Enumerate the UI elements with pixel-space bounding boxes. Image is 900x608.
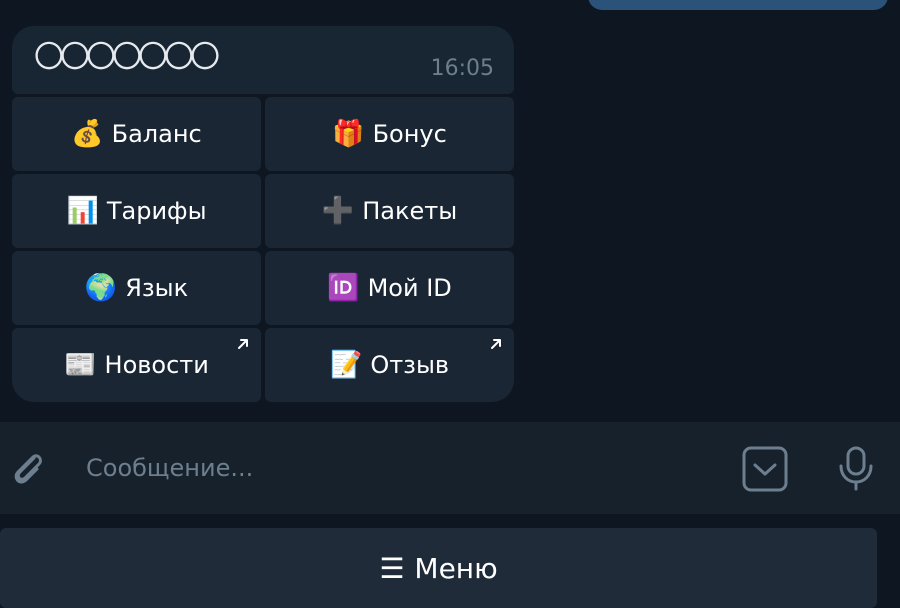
id-icon: 🆔	[327, 273, 360, 303]
menu-label: Меню	[414, 551, 498, 585]
button-label: Мой ID	[367, 274, 452, 302]
button-label: Тарифы	[106, 197, 207, 225]
hamburger-icon: ☰	[379, 551, 405, 585]
microphone-icon[interactable]	[830, 442, 882, 494]
tariffs-button[interactable]: 📊 Тарифы	[12, 174, 261, 248]
memo-icon: 📝	[329, 350, 363, 380]
news-button[interactable]: 📰 Новости	[12, 328, 261, 402]
button-label: Язык	[125, 274, 189, 302]
my-id-button[interactable]: 🆔 Мой ID	[265, 251, 514, 325]
outgoing-message-bubble	[588, 0, 888, 10]
button-label: Новости	[104, 351, 209, 379]
menu-button[interactable]: ☰ Меню	[0, 528, 877, 608]
message-input[interactable]	[84, 450, 704, 486]
button-label: Отзыв	[370, 351, 450, 379]
bot-message-bubble: 〇〇〇〇〇〇〇 16:05	[12, 26, 514, 94]
message-time: 16:05	[430, 56, 494, 81]
globe-icon: 🌍	[84, 273, 118, 303]
chat-area: 〇〇〇〇〇〇〇 16:05 💰 Баланс 🎁 Бонус 📊 Тарифы …	[0, 0, 900, 422]
bonus-button[interactable]: 🎁 Бонус	[265, 97, 514, 171]
external-link-arrow-icon	[491, 339, 501, 349]
external-link-arrow-icon	[238, 339, 248, 349]
message-text: 〇〇〇〇〇〇〇	[34, 40, 220, 75]
packages-button[interactable]: ➕ Пакеты	[265, 174, 514, 248]
paperclip-icon[interactable]	[4, 444, 52, 492]
button-label: Пакеты	[362, 197, 458, 225]
plus-icon: ➕	[321, 196, 355, 226]
message-composer	[0, 422, 900, 514]
button-label: Бонус	[372, 120, 447, 148]
language-button[interactable]: 🌍 Язык	[12, 251, 261, 325]
money-bag-icon: 💰	[71, 119, 104, 149]
newspaper-icon: 📰	[64, 350, 97, 380]
button-label: Баланс	[111, 120, 202, 148]
feedback-button[interactable]: 📝 Отзыв	[265, 328, 514, 402]
balance-button[interactable]: 💰 Баланс	[12, 97, 261, 171]
bar-chart-icon: 📊	[66, 196, 99, 226]
gift-icon: 🎁	[332, 119, 365, 149]
keyboard-toggle-icon[interactable]	[740, 444, 790, 494]
